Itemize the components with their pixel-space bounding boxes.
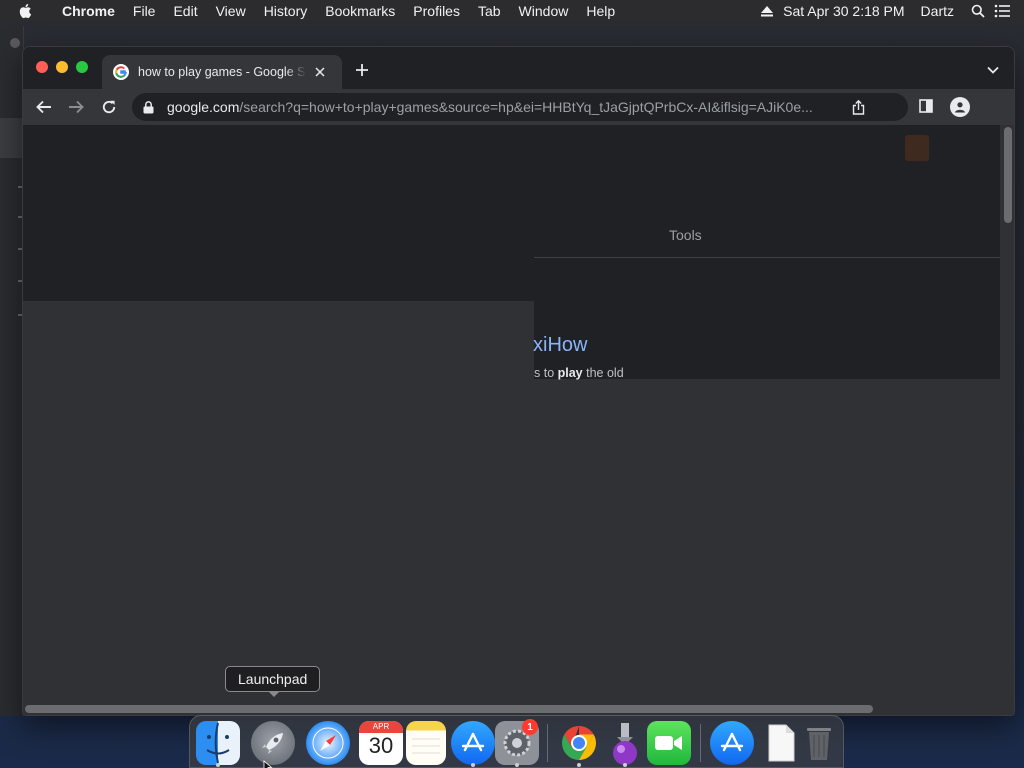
menu-profiles[interactable]: Profiles (404, 3, 469, 19)
new-tab-plus-icon[interactable] (354, 62, 370, 78)
menu-user[interactable]: Dartz (913, 3, 962, 19)
back-arrow-icon[interactable] (35, 98, 53, 116)
bg-window-selected-row (0, 118, 24, 158)
google-favicon-icon (113, 64, 129, 80)
calendar-icon[interactable]: APR 30 (359, 721, 403, 765)
app-store-icon[interactable] (451, 721, 495, 765)
results-divider (534, 257, 1000, 258)
dock-separator (547, 724, 548, 762)
menu-help[interactable]: Help (577, 3, 624, 19)
chrome-window: how to play games - Google Search google… (22, 46, 1015, 716)
tab-strip: how to play games - Google Search (23, 47, 1014, 89)
running-indicator (471, 763, 475, 767)
browser-tab[interactable]: how to play games - Google Search (102, 55, 342, 89)
menu-bar: Chrome File Edit View History Bookmarks … (0, 0, 1024, 22)
bg-window-traffic-light (10, 38, 20, 48)
tools-button[interactable]: Tools (669, 227, 702, 243)
share-icon[interactable] (850, 99, 866, 115)
menu-view[interactable]: View (207, 3, 255, 19)
mouse-pointer-icon (263, 760, 273, 768)
reload-icon[interactable] (100, 98, 118, 116)
overlay-panel (23, 301, 534, 715)
vertical-scrollbar[interactable] (1004, 127, 1012, 223)
snippet-prefix: s to (534, 366, 558, 380)
calendar-month: APR (359, 721, 403, 733)
chrome-icon[interactable] (557, 721, 601, 765)
tab-search-chevron-icon[interactable] (986, 63, 1000, 77)
menu-tab[interactable]: Tab (469, 3, 510, 19)
tab-title: how to play games - Google Search (138, 65, 306, 79)
background-window[interactable] (0, 26, 24, 716)
running-indicator (623, 763, 627, 767)
running-indicator (577, 763, 581, 767)
control-center-icon[interactable] (994, 3, 1010, 19)
menu-edit[interactable]: Edit (164, 3, 206, 19)
snippet-bold-term: play (557, 366, 583, 380)
installer-icon[interactable] (603, 721, 647, 765)
side-panel-icon[interactable] (919, 99, 935, 115)
dock-tooltip: Launchpad (225, 666, 321, 692)
trash-icon[interactable] (797, 721, 841, 765)
page-widget-icon (905, 135, 929, 161)
dock: APR 30 1 (189, 715, 844, 768)
menu-extras: Sat Apr 30 2:18 PM Dartz (751, 0, 1024, 22)
search-result-snippet: s to play the old (534, 366, 624, 380)
snippet-suffix: the old (582, 366, 624, 380)
menu-window[interactable]: Window (510, 3, 578, 19)
window-close-button[interactable] (36, 61, 48, 73)
running-indicator (515, 763, 519, 767)
menu-file[interactable]: File (124, 3, 165, 19)
window-zoom-button[interactable] (76, 61, 88, 73)
window-minimize-button[interactable] (56, 61, 68, 73)
app-store-stack-icon[interactable] (710, 721, 754, 765)
url-path: /search?q=how+to+play+games&source=hp&ei… (239, 99, 813, 115)
notes-icon[interactable] (406, 721, 446, 765)
address-bar[interactable]: google.com/search?q=how+to+play+games&so… (132, 93, 908, 121)
eject-icon[interactable] (759, 3, 775, 19)
running-indicator (216, 763, 220, 767)
notification-badge: 1 (522, 719, 538, 735)
tab-close-icon[interactable] (312, 64, 328, 80)
calendar-day: 30 (368, 733, 394, 758)
forward-arrow-icon[interactable] (67, 98, 85, 116)
browser-toolbar: google.com/search?q=how+to+play+games&so… (23, 89, 1014, 125)
page-content[interactable]: Tools xiHow s to play the old (23, 125, 1014, 715)
menu-datetime[interactable]: Sat Apr 30 2:18 PM (775, 3, 912, 19)
profile-avatar-icon[interactable] (950, 97, 970, 117)
menu-app-name[interactable]: Chrome (54, 3, 124, 19)
apple-icon[interactable] (18, 3, 34, 19)
menu-bookmarks[interactable]: Bookmarks (316, 3, 404, 19)
safari-icon[interactable] (306, 721, 350, 765)
spotlight-search-icon[interactable] (970, 3, 986, 19)
search-result-title-link[interactable]: xiHow (533, 334, 587, 357)
launchpad-icon[interactable] (251, 721, 295, 765)
url-domain: google.com (167, 99, 240, 115)
tooltip-caret (268, 691, 280, 697)
dock-separator (700, 724, 701, 762)
facetime-icon[interactable] (647, 721, 691, 765)
horizontal-scrollbar[interactable] (25, 705, 873, 713)
lock-icon[interactable] (143, 100, 157, 114)
finder-icon[interactable] (196, 721, 240, 765)
menu-history[interactable]: History (255, 3, 317, 19)
address-url: google.com/search?q=how+to+play+games&so… (167, 99, 847, 115)
